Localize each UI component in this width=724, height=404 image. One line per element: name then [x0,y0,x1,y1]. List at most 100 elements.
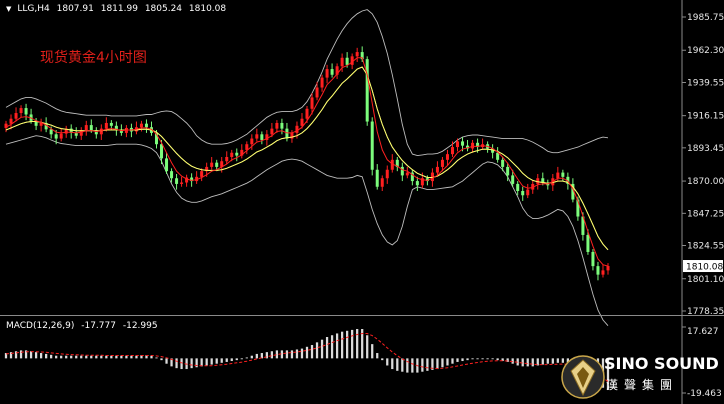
price-tick-label: 1778.35 [687,307,724,317]
candle-body [471,142,475,149]
candle-body [255,134,259,139]
price-tick-label: 1893.45 [687,144,724,154]
candle-body [250,138,254,145]
candle-body [210,162,214,167]
candle-body [400,166,404,176]
macd-header: MACD(12,26,9) -17.777 -12.995 [6,321,158,331]
watermark-line-2: 漢聲集團 [606,378,679,392]
candle-body [200,171,204,177]
candle-body [160,144,164,159]
candle-body [225,156,229,162]
candle-body [170,171,174,179]
candle-body [109,122,113,126]
candle-body [144,123,148,128]
price-tick-label: 1847.25 [687,209,724,219]
candle-body [330,69,334,75]
price-tick-label: 1985.75 [687,13,724,23]
candle-body [54,134,58,139]
candle-body [235,152,239,156]
candle-body [19,108,23,114]
candle-body [295,125,299,133]
candle-body [165,158,169,172]
candle-body [260,134,264,140]
chart-title: 现货黄金4小时图 [40,50,147,66]
candle-body [280,122,284,129]
macd-tick-label: 17.627 [687,327,719,337]
candle-body [9,118,13,124]
candle-body [526,189,530,196]
candle-body [300,118,304,126]
candle-body [24,108,28,115]
candle-body [215,162,219,167]
candle-body [415,181,419,186]
macd-main-value: -17.777 [81,321,116,331]
candle-body [315,87,319,98]
candle-body [310,97,314,109]
candle-body [450,147,454,155]
candle-body [320,77,324,88]
candle-body [445,154,449,160]
candle-body [84,125,88,131]
candle-body [89,125,93,131]
price-tick-label: 1939.55 [687,78,724,88]
candle-body [556,172,560,179]
candle-body [596,266,600,275]
open-price: 1807.91 [56,4,94,14]
current-price-label: 1810.08 [686,263,723,273]
watermark-logo: SINO SOUND 漢聲集團 [560,352,722,402]
candle-body [455,141,460,148]
candle-body [355,52,359,57]
low-price: 1805.24 [144,4,183,14]
candle-body [270,128,274,135]
candle-body [104,122,108,129]
candle-body [516,183,520,192]
candle-body [606,266,610,271]
candle-body [601,270,605,275]
candle-body [99,128,103,135]
candle-body [285,128,289,139]
macd-label: MACD(12,26,9) [6,321,75,331]
candle-body [180,182,184,184]
candle-body [345,57,349,65]
price-tick-label: 1962.30 [687,46,724,56]
candle-body [245,144,249,150]
candle-body [591,251,595,267]
collapse-triangle-icon[interactable]: ▼ [6,5,11,13]
candle-body [385,169,389,179]
price-tick-label: 1824.55 [687,242,724,252]
candle-body [365,59,369,122]
candle-body [59,133,63,139]
candle-body [435,166,439,173]
macd-signal-value: -12.995 [122,321,158,331]
candle-body [370,121,374,170]
candle-body [506,166,510,176]
candle-body [325,69,329,78]
candle-body [4,123,8,128]
candle-body [511,175,515,184]
candle-body [340,57,344,67]
candle-body [139,123,143,128]
candle-body [521,191,525,196]
candle-body [405,172,409,176]
candle-body [230,152,234,157]
candle-body [501,159,505,167]
price-tick-label: 1870.00 [687,177,724,187]
price-tick-label: 1801.10 [687,275,724,285]
candle-body [375,169,379,187]
close-price: 1810.08 [188,4,227,14]
candle-body [175,178,179,184]
candle-body [440,159,444,167]
candle-body [561,172,565,177]
symbol-label: LLG,H4 [17,4,50,14]
candle-body [305,108,309,119]
watermark-line-1: SINO SOUND [604,354,719,373]
high-price: 1811.99 [100,4,138,14]
candle-body [586,234,590,252]
candle-body [461,141,465,146]
candle-body [275,122,279,129]
candle-body [49,129,53,135]
candle-body [380,178,384,187]
chart-header: ▼ LLG,H4 1807.91 1811.99 1805.24 1810.08 [6,4,226,14]
candle-body [14,113,18,119]
price-tick-label: 1916.15 [687,112,724,122]
